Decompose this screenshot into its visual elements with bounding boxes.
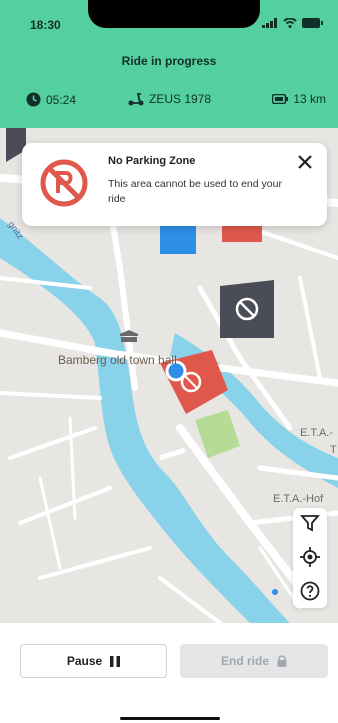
no-parking-notification: No Parking Zone This area cannot be used… [22, 143, 327, 226]
vehicle-id: ZEUS 1978 [128, 92, 211, 106]
distance-value: 13 km [293, 92, 326, 106]
pause-icon [110, 655, 121, 667]
map-controls [293, 508, 327, 608]
end-ride-button[interactable]: End ride [180, 644, 328, 678]
status-time: 18:30 [30, 18, 61, 32]
signal-icon [262, 18, 277, 28]
clock-icon [26, 92, 41, 107]
locate-icon[interactable] [300, 547, 320, 567]
notch [88, 0, 260, 28]
street-label-1: E.T.A.- [300, 427, 333, 439]
help-icon[interactable] [300, 581, 320, 601]
map-pin [272, 589, 278, 595]
ride-time-value: 05:24 [46, 92, 77, 107]
end-ride-label: End ride [220, 654, 269, 668]
pause-label: Pause [66, 654, 103, 668]
parking-zone-blue[interactable] [160, 226, 196, 254]
vehicle-name: ZEUS 1978 [149, 92, 212, 106]
status-icons [262, 18, 324, 28]
pause-button[interactable]: Pause [20, 644, 167, 678]
notification-message: This area cannot be used to end your rid… [108, 178, 282, 205]
no-parking-icon [40, 159, 88, 207]
lock-icon [277, 655, 287, 667]
bottom-panel: Pause End ride [0, 623, 338, 723]
filter-icon[interactable] [300, 513, 320, 533]
status-bar: 18:30 [0, 0, 338, 40]
battery-range-icon [272, 94, 289, 104]
ride-info: 05:24 ZEUS 1978 13 km [0, 92, 338, 112]
town-hall-label: Bamberg old town hall [58, 353, 177, 367]
no-parking-zone-small[interactable] [222, 226, 262, 242]
street-label-2: E.T.A.-Hof [273, 493, 324, 505]
wifi-icon [283, 18, 297, 28]
scooter-icon [128, 93, 144, 106]
street-label-1b: T [330, 444, 337, 456]
ride-distance: 13 km [272, 92, 326, 106]
phone-screen: Bamberg old town hall E.T.A.- T E.T.A.-H… [0, 0, 338, 723]
battery-icon [302, 18, 323, 28]
ride-time: 05:24 [26, 92, 76, 107]
ride-header: 18:30 Ride in progress 05:24 ZEUS 1978 1… [0, 0, 338, 128]
page-title: Ride in progress [121, 54, 217, 68]
home-indicator [120, 717, 220, 720]
notification-title: No Parking Zone [108, 155, 196, 167]
close-icon[interactable] [297, 154, 313, 170]
